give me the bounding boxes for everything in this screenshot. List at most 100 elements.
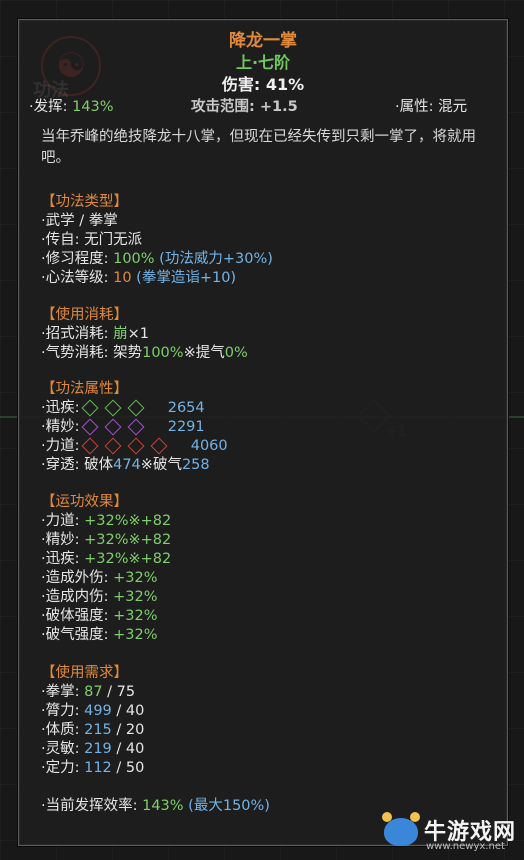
qi-cost-line: ·气势消耗: 架势100%※提气0% <box>41 341 248 362</box>
mastery-label: ·修习程度: <box>41 251 114 267</box>
req-section-header: 【使用需求】 <box>41 665 128 681</box>
efficiency-line: ·当前发挥效率: 143% (最大150%) <box>41 794 270 815</box>
pierce-value2: 258 <box>181 457 210 473</box>
effect-row: ·力道: +32%※+82 <box>41 509 171 530</box>
req-row: ·定力: 112 / 50 <box>41 756 144 777</box>
attr-row-finesse: ·精妙: 2291 <box>41 415 205 436</box>
effect-label: ·迅疾: <box>41 551 85 567</box>
diamond-icon <box>81 399 99 417</box>
attr-power-label: ·力道: <box>41 438 85 454</box>
skill-tooltip: ☯ 功法 降龙一掌 上·七阶 伤害: 41% ·发挥: 143% 攻击范围: +… <box>18 19 508 846</box>
efficiency-max: (最大150%) <box>183 798 270 814</box>
req-row: ·灵敏: 219 / 40 <box>41 737 144 758</box>
req-label: ·拳掌: <box>41 684 85 700</box>
level-line: ·心法等级: 10 (拳掌造诣+10) <box>41 266 236 287</box>
mastery-line: ·修习程度: 100% (功法威力+30%) <box>41 247 273 268</box>
req-label: ·膂力: <box>41 703 85 719</box>
attr-finesse-diamonds <box>81 418 153 436</box>
effect-section-header: 【运功效果】 <box>41 494 128 510</box>
req-have: 219 <box>84 741 112 757</box>
effect-row: ·破体强度: +32% <box>41 604 158 625</box>
req-need: / 40 <box>111 703 145 719</box>
effect-row: ·迅疾: +32%※+82 <box>41 547 171 568</box>
attr-row-speed: ·迅疾: 2654 <box>41 396 205 417</box>
attr-stat: ·属性: 混元 <box>395 95 467 116</box>
req-have: 87 <box>84 684 103 700</box>
effect-value: +32%※+82 <box>84 551 172 567</box>
cost-section-header: 【使用消耗】 <box>41 307 128 323</box>
effect-label: ·精妙: <box>41 532 85 548</box>
skill-name: 降龙一掌 <box>229 31 297 51</box>
diamond-icon <box>127 418 145 436</box>
type-category: ·武学 / 拳掌 <box>41 213 118 229</box>
req-label: ·灵敏: <box>41 741 85 757</box>
attr-value: 混元 <box>438 99 468 115</box>
req-row: ·体质: 215 / 20 <box>41 718 144 739</box>
effect-value: +32% <box>113 608 158 624</box>
effect-label: ·造成内伤: <box>41 589 114 605</box>
qi-cost-value1: 100% <box>142 345 184 361</box>
effect-row: ·造成内伤: +32% <box>41 585 158 606</box>
range-stat: 攻击范围: +1.5 <box>191 95 298 116</box>
watermark-url: www.newyx.net <box>426 841 505 852</box>
level-label: ·心法等级: <box>41 270 114 286</box>
req-need: / 50 <box>111 760 145 776</box>
diamond-icon <box>127 399 145 417</box>
effect-label: ·破气强度: <box>41 627 114 643</box>
pierce-line: ·穿透: 破体474※破气258 <box>41 453 210 474</box>
diamond-icon <box>150 437 168 455</box>
site-watermark: 牛游戏网 www.newyx.net <box>378 812 524 860</box>
qi-cost-label: ·气势消耗: 架势 <box>41 345 143 361</box>
req-label: ·体质: <box>41 722 85 738</box>
effect-label: ·力道: <box>41 513 85 529</box>
attr-speed-label: ·迅疾: <box>41 400 85 416</box>
attr-row-power: ·力道: 4060 <box>41 434 228 455</box>
fahui-label: ·发挥: <box>29 99 73 115</box>
req-have: 112 <box>84 760 112 776</box>
efficiency-label: ·当前发挥效率: <box>41 798 143 814</box>
attr-finesse-value: 2291 <box>167 419 205 435</box>
attr-section-header: 【功法属性】 <box>41 381 128 397</box>
attr-speed-diamonds <box>81 399 153 417</box>
effect-row: ·精妙: +32%※+82 <box>41 528 171 549</box>
move-cost-label: ·招式消耗: <box>41 326 114 342</box>
cow-logo-icon <box>382 812 420 846</box>
diamond-icon <box>104 418 122 436</box>
range-value: +1.5 <box>259 99 298 115</box>
qi-cost-value2: 0% <box>224 345 248 361</box>
req-need: / 75 <box>102 684 136 700</box>
mastery-value: 100% <box>113 251 155 267</box>
diamond-icon <box>127 437 145 455</box>
effect-row: ·破气强度: +32% <box>41 623 158 644</box>
skill-description: 当年乔峰的绝技降龙十八掌，但现在已经失传到只剩一掌了，将就用吧。 <box>41 129 476 166</box>
move-cost-line: ·招式消耗: 崩×1 <box>41 322 149 343</box>
req-label: ·定力: <box>41 760 85 776</box>
move-cost-value: 崩 <box>113 326 128 342</box>
level-bonus: (拳掌造诣+10) <box>131 270 237 286</box>
mastery-bonus: (功法威力+30%) <box>154 251 273 267</box>
fahui-stat: ·发挥: 143% <box>29 95 114 116</box>
fahui-value: 143% <box>72 99 114 115</box>
diamond-icon <box>81 437 99 455</box>
qi-cost-sep: ※提气 <box>183 345 225 361</box>
type-origin: ·传自: 无门无派 <box>41 232 143 248</box>
pierce-sep: ※破气 <box>140 457 182 473</box>
effect-value: +32% <box>113 570 158 586</box>
effect-row: ·造成外伤: +32% <box>41 566 158 587</box>
diamond-icon <box>104 399 122 417</box>
attr-finesse-label: ·精妙: <box>41 419 85 435</box>
level-value: 10 <box>113 270 132 286</box>
req-have: 215 <box>84 722 112 738</box>
effect-value: +32%※+82 <box>84 532 172 548</box>
attr-label: ·属性: <box>395 99 439 115</box>
diamond-icon <box>81 418 99 436</box>
effect-value: +32% <box>113 589 158 605</box>
skill-damage: 伤害: 41% <box>221 75 305 94</box>
req-have: 499 <box>84 703 112 719</box>
effect-label: ·造成外伤: <box>41 570 114 586</box>
attr-power-diamonds <box>81 437 176 455</box>
effect-value: +32% <box>113 627 158 643</box>
type-section-header: 【功法类型】 <box>41 194 128 210</box>
efficiency-value: 143% <box>142 798 184 814</box>
req-need: / 20 <box>111 722 145 738</box>
